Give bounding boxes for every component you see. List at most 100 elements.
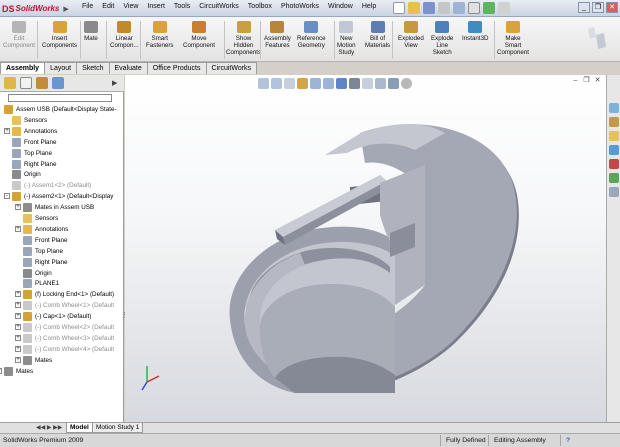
save-icon[interactable]	[423, 2, 435, 14]
menu-circuitworks[interactable]: CircuitWorks	[199, 3, 239, 10]
expand-icon[interactable]: +	[15, 334, 21, 341]
tree-node[interactable]: Top Plane	[0, 246, 124, 257]
new-document-icon[interactable]	[393, 2, 405, 14]
file-explorer-icon[interactable]	[609, 131, 619, 141]
minimize-icon[interactable]: _	[578, 2, 590, 13]
tree-node[interactable]: Top Plane	[0, 148, 124, 159]
make-smart-component-button[interactable]: Make Smart Component	[497, 21, 529, 56]
view-palette-icon[interactable]	[609, 159, 619, 169]
panel-arrow-icon[interactable]: ▶	[112, 79, 117, 87]
expand-icon[interactable]: +	[0, 367, 2, 374]
bill-of-materials-button[interactable]: Bill of Materials	[365, 21, 390, 49]
appearances-icon[interactable]	[609, 173, 619, 183]
restore-icon[interactable]: ❐	[592, 2, 604, 13]
menu-arrow-icon[interactable]: ▶	[63, 5, 68, 13]
explode-line-sketch-button[interactable]: Explode Line Sketch	[431, 21, 453, 56]
tree-node[interactable]: + (f) Locking End<1> (Default)	[0, 289, 124, 300]
menu-file[interactable]: File	[82, 3, 93, 10]
instant3d-button[interactable]: Instant3D	[462, 21, 488, 42]
tree-node[interactable]: + Mates in Assem USB	[0, 202, 124, 213]
solidworks-resources-icon[interactable]	[609, 103, 619, 113]
tree-node[interactable]: Sensors	[0, 213, 124, 224]
tree-node[interactable]: Origin	[0, 268, 124, 279]
tab-sketch[interactable]: Sketch	[76, 62, 110, 74]
tab-evaluate[interactable]: Evaluate	[108, 62, 148, 74]
menu-edit[interactable]: Edit	[102, 3, 114, 10]
linear-component-button[interactable]: Linear Compon...	[110, 21, 139, 49]
tree-node[interactable]: + Annotations	[0, 126, 124, 137]
tree-node[interactable]: + Mates	[0, 355, 124, 366]
search-icon[interactable]	[609, 145, 619, 155]
tree-node[interactable]: + (-) Comb Wheel<4> (Default	[0, 344, 124, 355]
tab-motion-study[interactable]: Motion Study 1	[92, 423, 144, 433]
menu-view[interactable]: View	[123, 3, 138, 10]
tree-node[interactable]: PLANE1	[0, 278, 124, 289]
print-icon[interactable]	[438, 2, 450, 14]
exploded-view-button[interactable]: Exploded View	[398, 21, 424, 49]
solidworks-logo[interactable]: DS SolidWorks ▶	[2, 2, 69, 15]
feature-tree-tab-icon[interactable]	[4, 77, 16, 89]
tree-node[interactable]: + (-) Comb Wheel<3> (Default	[0, 333, 124, 344]
tree-node[interactable]: + Mates	[0, 366, 124, 377]
display-manager-tab-icon[interactable]	[52, 77, 64, 89]
property-manager-tab-icon[interactable]	[20, 77, 32, 89]
tree-node[interactable]: (-) Assem1<2> (Default)	[0, 180, 124, 191]
tree-node[interactable]: + (-) Cap<1> (Default)	[0, 311, 124, 322]
tab-office-products[interactable]: Office Products	[146, 62, 207, 74]
tree-node[interactable]: Right Plane	[0, 257, 124, 268]
close-icon[interactable]: ✕	[606, 2, 618, 13]
tree-filter-input[interactable]	[8, 94, 112, 102]
menu-insert[interactable]: Insert	[147, 3, 165, 10]
expand-icon[interactable]: +	[15, 313, 21, 320]
graphics-viewport[interactable]: – ❐ ✕	[125, 75, 606, 422]
move-component-button[interactable]: Move Component	[183, 21, 215, 49]
show-hidden-button[interactable]: Show Hidden Components	[226, 21, 261, 56]
new-motion-study-button[interactable]: New Motion Study	[337, 21, 356, 56]
tab-circuitworks[interactable]: CircuitWorks	[205, 62, 258, 74]
expand-icon[interactable]: +	[15, 291, 21, 298]
edit-component-button[interactable]: Edit Component	[3, 21, 35, 49]
options-icon[interactable]	[498, 2, 510, 14]
menu-toolbox[interactable]: Toolbox	[248, 3, 272, 10]
rebuild-icon[interactable]	[483, 2, 495, 14]
menu-photoworks[interactable]: PhotoWorks	[281, 3, 319, 10]
expand-icon[interactable]: +	[15, 356, 21, 363]
tree-node[interactable]: Right Plane	[0, 159, 124, 170]
tree-node[interactable]: Front Plane	[0, 235, 124, 246]
expand-icon[interactable]: +	[15, 345, 21, 352]
tab-assembly[interactable]: Assembly	[0, 62, 46, 74]
expand-icon[interactable]: +	[15, 324, 21, 330]
tab-model[interactable]: Model	[66, 423, 93, 433]
model-3d-render[interactable]	[125, 75, 606, 422]
menu-help[interactable]: Help	[362, 3, 376, 10]
tree-node[interactable]: + (-) Comb Wheel<1> (Default	[0, 300, 124, 311]
menu-window[interactable]: Window	[328, 3, 353, 10]
expand-icon[interactable]: +	[15, 302, 21, 309]
tree-node[interactable]: - (-) Assem2<1> (Default<Display	[0, 191, 124, 202]
select-icon[interactable]	[468, 2, 480, 14]
undo-icon[interactable]	[453, 2, 465, 14]
custom-properties-icon[interactable]	[609, 187, 619, 197]
tree-node[interactable]: + Annotations	[0, 224, 124, 235]
collapse-icon[interactable]: -	[4, 193, 10, 200]
assembly-features-button[interactable]: Assembly Features	[264, 21, 291, 49]
open-folder-icon[interactable]	[408, 2, 420, 14]
expand-icon[interactable]: +	[15, 225, 21, 232]
tree-node[interactable]: Assem USB (Default<Display State-	[0, 104, 124, 115]
expand-icon[interactable]: +	[4, 127, 10, 134]
tree-node[interactable]: + (-) Comb Wheel<2> (Default	[0, 322, 124, 333]
tree-node[interactable]: Sensors	[0, 115, 124, 126]
mate-button[interactable]: Mate	[84, 21, 98, 42]
tree-node[interactable]: Origin	[0, 169, 124, 180]
reference-geometry-button[interactable]: Reference Geometry	[297, 21, 326, 49]
configuration-manager-tab-icon[interactable]	[36, 77, 48, 89]
design-library-icon[interactable]	[609, 117, 619, 127]
help-icon[interactable]: ?	[566, 437, 570, 444]
insert-components-button[interactable]: Insert Components	[42, 21, 77, 49]
tab-layout[interactable]: Layout	[44, 62, 78, 74]
menu-tools[interactable]: Tools	[174, 3, 190, 10]
tab-scroll-icon[interactable]: ◀◀ ▶ ▶▶	[36, 424, 62, 431]
tree-node[interactable]: Front Plane	[0, 137, 124, 148]
smart-fasteners-button[interactable]: Smart Fasteners	[146, 21, 174, 49]
expand-icon[interactable]: +	[15, 204, 21, 211]
